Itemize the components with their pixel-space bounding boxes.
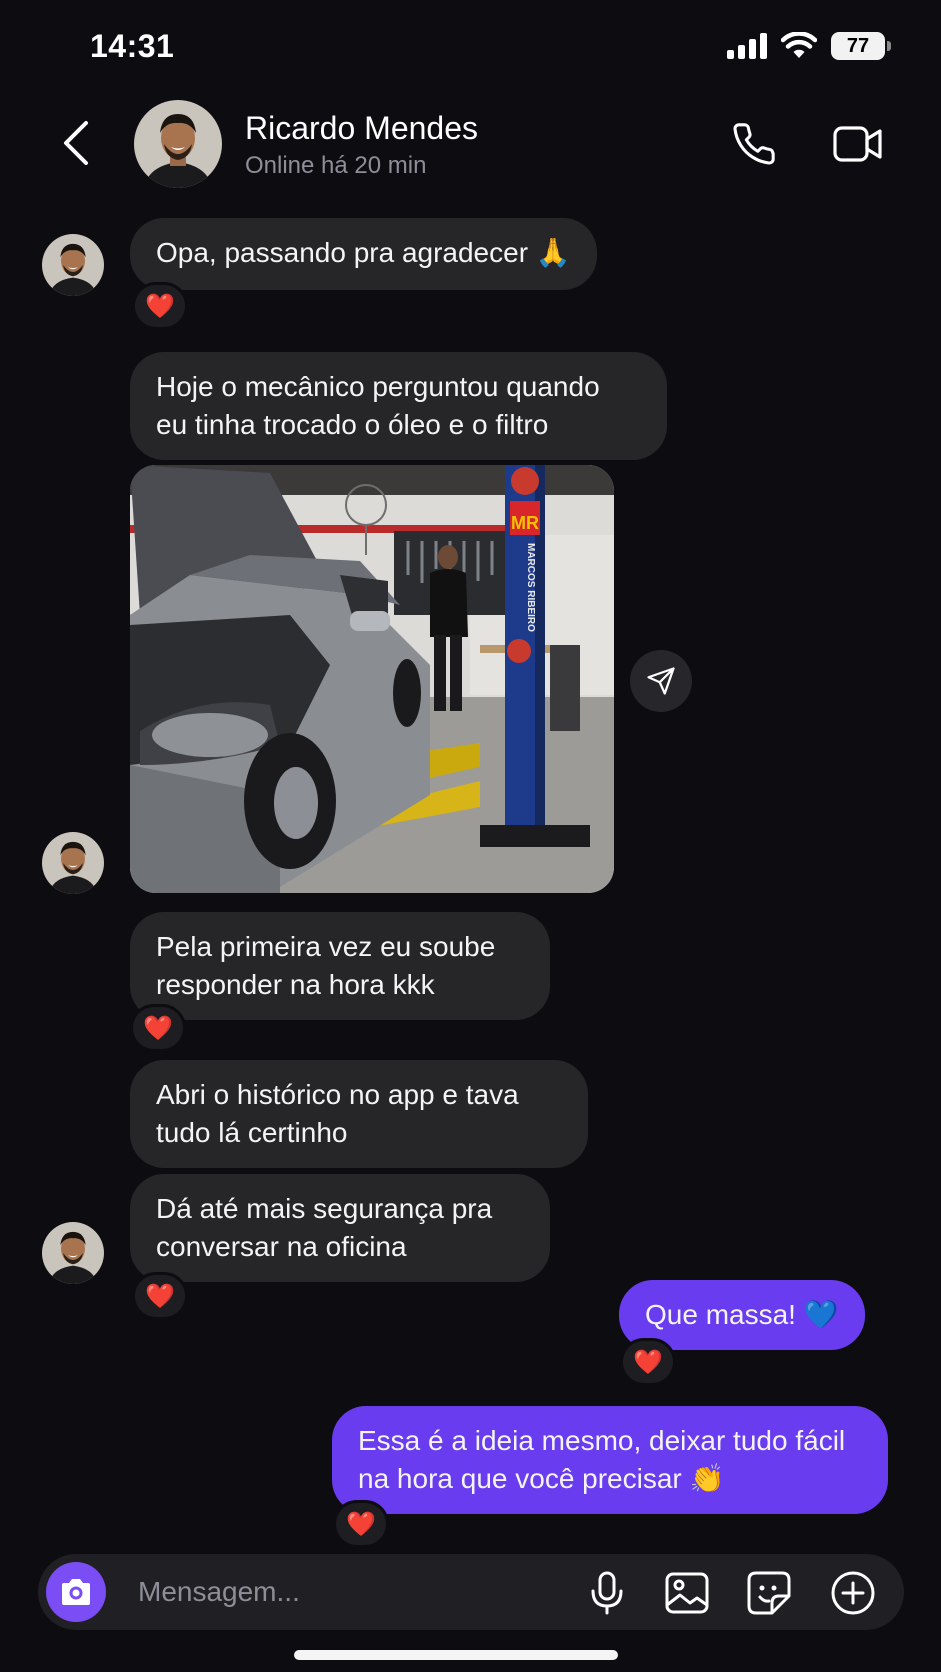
gallery-button[interactable] bbox=[662, 1568, 712, 1618]
camera-icon bbox=[62, 1579, 90, 1605]
contact-name[interactable]: Ricardo Mendes bbox=[245, 110, 478, 147]
status-time: 14:31 bbox=[90, 28, 175, 64]
microphone-icon bbox=[591, 1571, 623, 1615]
battery-indicator: 77 bbox=[831, 32, 891, 60]
message-bubble-outgoing[interactable]: Essa é a ideia mesmo, deixar tudo fácil … bbox=[332, 1406, 888, 1514]
sticker-icon bbox=[747, 1571, 791, 1615]
status-icons: 77 bbox=[727, 32, 891, 60]
sender-avatar[interactable] bbox=[42, 832, 104, 894]
send-icon bbox=[647, 667, 675, 695]
back-button[interactable] bbox=[56, 118, 96, 168]
voice-message-button[interactable] bbox=[582, 1568, 632, 1618]
video-call-button[interactable] bbox=[828, 114, 888, 174]
contact-avatar[interactable] bbox=[134, 100, 222, 188]
message-bubble-incoming[interactable]: Abri o histórico no app e tava tudo lá c… bbox=[130, 1060, 588, 1168]
message-input[interactable] bbox=[138, 1572, 578, 1612]
phone-icon bbox=[733, 123, 775, 165]
heart-reaction[interactable]: ❤️ bbox=[620, 1338, 676, 1386]
image-icon bbox=[665, 1572, 709, 1614]
video-camera-icon bbox=[833, 126, 882, 162]
message-bubble-incoming[interactable]: Hoje o mecânico perguntou quando eu tinh… bbox=[130, 352, 667, 460]
message-bubble-incoming[interactable]: Opa, passando pra agradecer 🙏 bbox=[130, 218, 597, 290]
sender-avatar[interactable] bbox=[42, 234, 104, 296]
contact-status: Online há 20 min bbox=[245, 152, 427, 179]
chevron-left-icon bbox=[64, 121, 88, 165]
camera-button[interactable] bbox=[46, 1562, 106, 1622]
sender-avatar[interactable] bbox=[42, 1222, 104, 1284]
heart-reaction[interactable]: ❤️ bbox=[333, 1500, 389, 1548]
sticker-button[interactable] bbox=[744, 1568, 794, 1618]
message-bubble-incoming[interactable]: Dá até mais segurança pra conversar na o… bbox=[130, 1174, 550, 1282]
voice-call-button[interactable] bbox=[724, 114, 784, 174]
photo-sign-logo: MR bbox=[511, 513, 539, 533]
home-indicator[interactable] bbox=[294, 1650, 618, 1660]
heart-reaction[interactable]: ❤️ bbox=[132, 282, 188, 330]
plus-circle-icon bbox=[831, 1571, 875, 1615]
heart-reaction[interactable]: ❤️ bbox=[130, 1004, 186, 1052]
cellular-signal-icon bbox=[727, 33, 767, 59]
share-button[interactable] bbox=[630, 650, 692, 712]
wifi-icon bbox=[781, 32, 817, 58]
message-composer bbox=[38, 1554, 904, 1630]
more-options-button[interactable] bbox=[828, 1568, 878, 1618]
battery-level: 77 bbox=[846, 34, 870, 57]
photo-sign-name: MARCOS RIBEIRO bbox=[525, 543, 536, 632]
photo-message[interactable]: MR MARCOS RIBEIRO bbox=[130, 465, 614, 893]
message-bubble-incoming[interactable]: Pela primeira vez eu soube responder na … bbox=[130, 912, 550, 1020]
heart-reaction[interactable]: ❤️ bbox=[132, 1272, 188, 1320]
